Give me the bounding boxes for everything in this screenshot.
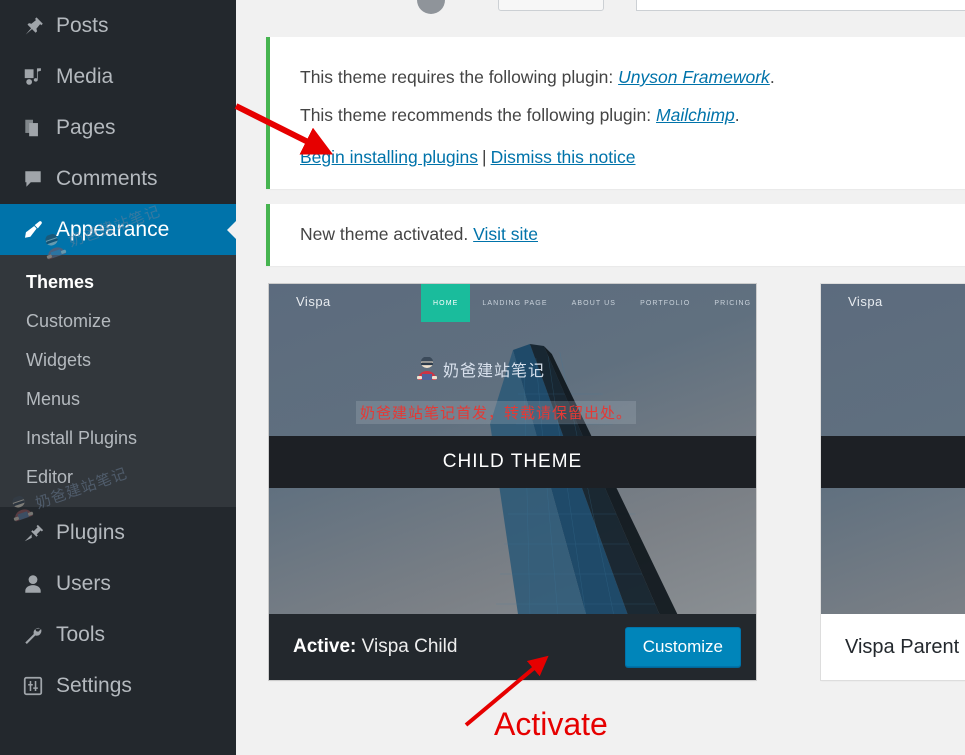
nav-item-portfolio[interactable]: PORTFOLIO — [628, 284, 702, 322]
sidebar-item-users[interactable]: Users — [0, 558, 236, 609]
plugin-requirement-notice: This theme requires the following plugin… — [266, 37, 965, 189]
child-theme-band: CHILD THEME — [269, 436, 756, 488]
unyson-framework-link[interactable]: Unyson Framework — [618, 67, 770, 87]
sidebar-item-pages[interactable]: Pages — [0, 102, 236, 153]
sidebar-item-label: Media — [56, 64, 114, 88]
theme-title: Vispa Parent — [845, 635, 960, 658]
settings-sliders-icon — [16, 675, 50, 697]
cutoff-button[interactable] — [498, 0, 604, 11]
notice-line-recommended: This theme recommends the following plug… — [300, 104, 740, 125]
sidebar-subitem-themes[interactable]: Themes — [0, 263, 236, 302]
sidebar-item-plugins[interactable]: Plugins — [0, 507, 236, 558]
sidebar-item-settings[interactable]: Settings — [0, 660, 236, 711]
theme-preview-nav-items: HOME LANDING PAGE ABOUT US PORTFOLIO PRI… — [421, 284, 756, 322]
theme-preview-brand: Vispa — [848, 294, 883, 309]
action-separator: | — [482, 147, 487, 167]
theme-card-footer-active: Active: Vispa Child Customize — [269, 614, 756, 680]
annotation-label-activate: Activate — [494, 706, 608, 742]
nav-item-landing-page[interactable]: LANDING PAGE — [470, 284, 559, 322]
customize-button[interactable]: Customize — [624, 627, 741, 667]
sidebar-subitem-widgets[interactable]: Widgets — [0, 341, 236, 380]
nav-item-home[interactable]: HOME — [421, 284, 471, 322]
sidebar-item-media[interactable]: Media — [0, 51, 236, 102]
sidebar-item-label: Comments — [56, 166, 158, 190]
dark-band — [821, 436, 965, 488]
appearance-brush-icon — [16, 219, 50, 241]
cutoff-toolbar-strip — [236, 0, 965, 14]
sidebar-item-posts[interactable]: Posts — [0, 0, 236, 51]
sidebar-subitem-editor[interactable]: Editor — [0, 458, 236, 497]
notice-line-required: This theme requires the following plugin… — [300, 67, 775, 87]
preview-red-notice: 奶爸建站笔记首发，转载请保留出处。 — [356, 401, 637, 424]
pages-icon — [16, 117, 50, 139]
sidebar-item-label: Appearance — [56, 217, 170, 241]
activated-text: New theme activated. Visit site — [300, 224, 538, 244]
sidebar-subitem-menus[interactable]: Menus — [0, 380, 236, 419]
plugins-plug-icon — [16, 522, 50, 544]
theme-card-footer-parent: Vispa Parent — [821, 614, 965, 680]
cutoff-avatar-circle — [417, 0, 445, 14]
theme-screenshot[interactable]: Vispa HOME LANDING PAGE ABOUT US PORTFOL… — [269, 284, 756, 614]
sidebar-subitem-customize[interactable]: Customize — [0, 302, 236, 341]
begin-installing-plugins-link[interactable]: Begin installing plugins — [300, 147, 478, 167]
media-icon — [16, 66, 50, 88]
preview-watermark: 奶爸建站笔记 — [414, 357, 545, 381]
users-icon — [16, 573, 50, 595]
nav-item-about-us[interactable]: ABOUT US — [560, 284, 628, 322]
sidebar-item-label: Users — [56, 571, 111, 595]
theme-preview-navbar: Vispa — [821, 284, 965, 322]
admin-sidebar: Posts Media Pages Comments Appearance Th… — [0, 0, 236, 755]
notice-actions: Begin installing plugins | Dismiss this no… — [270, 127, 965, 170]
sidebar-item-label: Plugins — [56, 520, 125, 544]
sidebar-item-label: Settings — [56, 673, 132, 697]
visit-site-link[interactable]: Visit site — [473, 224, 538, 244]
appearance-submenu: Themes Customize Widgets Menus Install P… — [0, 255, 236, 507]
theme-card-parent[interactable]: Vispa Vispa Parent — [820, 283, 965, 681]
wordpress-admin-screen: Posts Media Pages Comments Appearance Th… — [0, 0, 965, 755]
tools-wrench-icon — [16, 624, 50, 646]
sidebar-item-appearance[interactable]: Appearance — [0, 204, 236, 255]
sidebar-item-label: Tools — [56, 622, 106, 646]
theme-screenshot[interactable]: Vispa — [821, 284, 965, 614]
sidebar-item-comments[interactable]: Comments — [0, 153, 236, 204]
sidebar-item-tools[interactable]: Tools — [0, 609, 236, 660]
theme-title: Vispa Child — [361, 636, 458, 657]
watermark-text: 奶爸建站笔记 — [443, 361, 546, 380]
dismiss-this-notice-link[interactable]: Dismiss this notice — [491, 147, 636, 167]
theme-preview-brand: Vispa — [296, 294, 331, 309]
sidebar-subitem-install-plugins[interactable]: Install Plugins — [0, 419, 236, 458]
pin-icon — [16, 15, 50, 37]
watermark-figure-icon — [417, 357, 437, 380]
active-status-label: Active: — [293, 636, 357, 657]
child-theme-band-label: CHILD THEME — [442, 451, 583, 472]
sidebar-item-label: Pages — [56, 115, 116, 139]
admin-content-area: This theme requires the following plugin… — [236, 0, 965, 755]
theme-card-active[interactable]: Vispa HOME LANDING PAGE ABOUT US PORTFOL… — [268, 283, 757, 681]
cutoff-search-box[interactable] — [636, 0, 965, 11]
sidebar-item-label: Posts — [56, 13, 109, 37]
theme-preview-navbar: Vispa HOME LANDING PAGE ABOUT US PORTFOL… — [269, 284, 756, 322]
active-theme-name: Active: Vispa Child — [293, 636, 457, 658]
comments-icon — [16, 168, 50, 190]
mailchimp-link[interactable]: Mailchimp — [656, 105, 735, 125]
theme-activated-notice: New theme activated. Visit site — [266, 204, 965, 266]
nav-item-pricing[interactable]: PRICING — [702, 284, 756, 322]
